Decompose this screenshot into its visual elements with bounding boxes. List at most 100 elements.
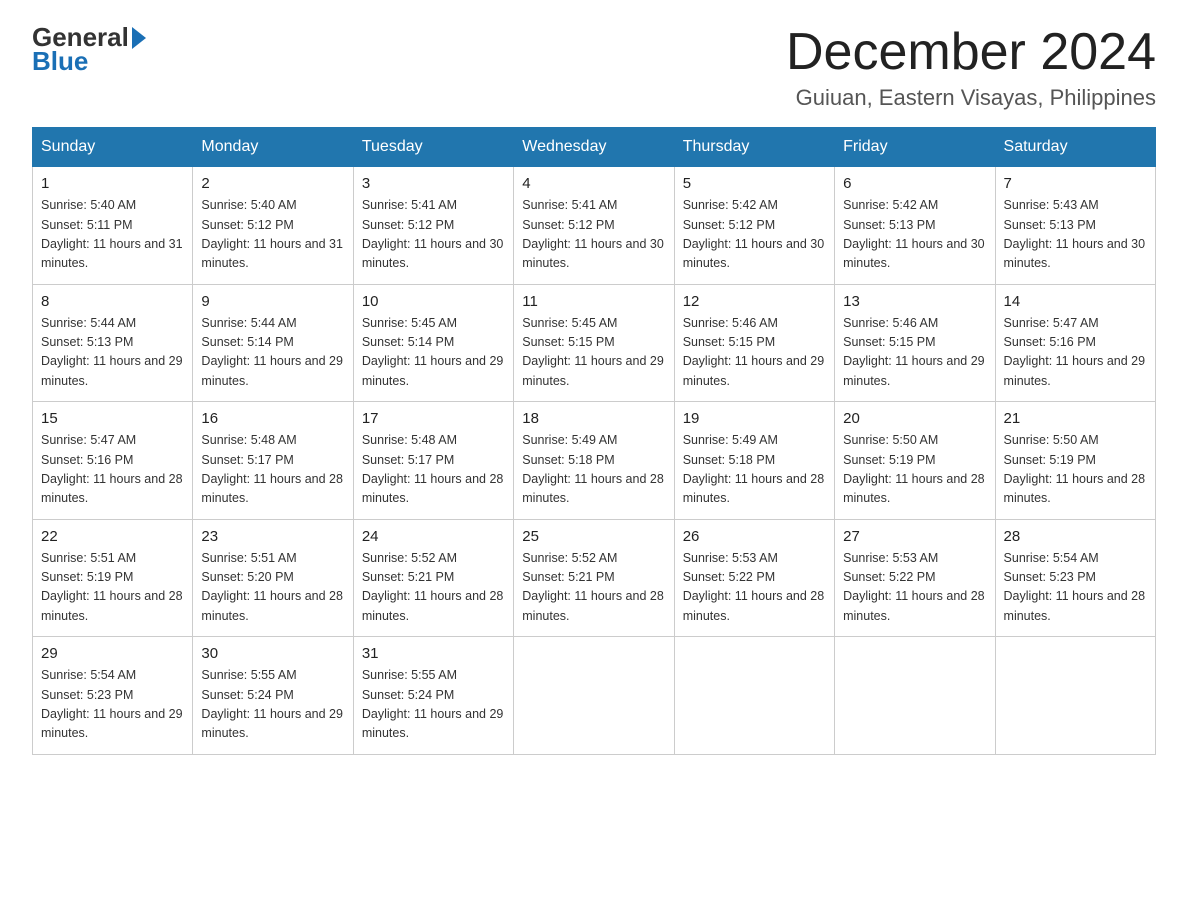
- day-number: 21: [1004, 410, 1147, 427]
- calendar-cell: 27 Sunrise: 5:53 AMSunset: 5:22 PMDaylig…: [835, 519, 995, 637]
- calendar-cell: 31 Sunrise: 5:55 AMSunset: 5:24 PMDaylig…: [353, 637, 513, 755]
- day-number: 30: [201, 645, 344, 662]
- day-info: Sunrise: 5:47 AMSunset: 5:16 PMDaylight:…: [41, 433, 183, 505]
- calendar-cell: 20 Sunrise: 5:50 AMSunset: 5:19 PMDaylig…: [835, 402, 995, 520]
- day-info: Sunrise: 5:49 AMSunset: 5:18 PMDaylight:…: [683, 433, 825, 505]
- calendar-cell: 15 Sunrise: 5:47 AMSunset: 5:16 PMDaylig…: [33, 402, 193, 520]
- day-info: Sunrise: 5:49 AMSunset: 5:18 PMDaylight:…: [522, 433, 664, 505]
- day-info: Sunrise: 5:47 AMSunset: 5:16 PMDaylight:…: [1004, 316, 1146, 388]
- day-number: 28: [1004, 528, 1147, 545]
- calendar-cell: [674, 637, 834, 755]
- calendar-cell: 22 Sunrise: 5:51 AMSunset: 5:19 PMDaylig…: [33, 519, 193, 637]
- day-number: 7: [1004, 175, 1147, 192]
- calendar-cell: 1 Sunrise: 5:40 AMSunset: 5:11 PMDayligh…: [33, 167, 193, 285]
- day-number: 25: [522, 528, 665, 545]
- day-number: 9: [201, 293, 344, 310]
- day-info: Sunrise: 5:45 AMSunset: 5:15 PMDaylight:…: [522, 316, 664, 388]
- day-number: 14: [1004, 293, 1147, 310]
- calendar-cell: 4 Sunrise: 5:41 AMSunset: 5:12 PMDayligh…: [514, 167, 674, 285]
- day-info: Sunrise: 5:43 AMSunset: 5:13 PMDaylight:…: [1004, 198, 1146, 270]
- calendar-cell: 14 Sunrise: 5:47 AMSunset: 5:16 PMDaylig…: [995, 284, 1155, 402]
- day-info: Sunrise: 5:55 AMSunset: 5:24 PMDaylight:…: [201, 668, 343, 740]
- calendar-cell: 8 Sunrise: 5:44 AMSunset: 5:13 PMDayligh…: [33, 284, 193, 402]
- calendar-header-row: SundayMondayTuesdayWednesdayThursdayFrid…: [33, 128, 1156, 167]
- day-number: 26: [683, 528, 826, 545]
- page-header: General Blue December 2024 Guiuan, Easte…: [32, 24, 1156, 111]
- calendar-cell: 3 Sunrise: 5:41 AMSunset: 5:12 PMDayligh…: [353, 167, 513, 285]
- day-number: 4: [522, 175, 665, 192]
- day-info: Sunrise: 5:52 AMSunset: 5:21 PMDaylight:…: [522, 551, 664, 623]
- calendar-week-row: 1 Sunrise: 5:40 AMSunset: 5:11 PMDayligh…: [33, 167, 1156, 285]
- calendar-cell: 30 Sunrise: 5:55 AMSunset: 5:24 PMDaylig…: [193, 637, 353, 755]
- day-info: Sunrise: 5:42 AMSunset: 5:12 PMDaylight:…: [683, 198, 825, 270]
- day-info: Sunrise: 5:54 AMSunset: 5:23 PMDaylight:…: [41, 668, 183, 740]
- calendar-header-saturday: Saturday: [995, 128, 1155, 167]
- day-number: 19: [683, 410, 826, 427]
- day-info: Sunrise: 5:51 AMSunset: 5:20 PMDaylight:…: [201, 551, 343, 623]
- calendar-cell: 16 Sunrise: 5:48 AMSunset: 5:17 PMDaylig…: [193, 402, 353, 520]
- day-number: 6: [843, 175, 986, 192]
- day-number: 23: [201, 528, 344, 545]
- calendar-header-tuesday: Tuesday: [353, 128, 513, 167]
- day-info: Sunrise: 5:50 AMSunset: 5:19 PMDaylight:…: [843, 433, 985, 505]
- day-info: Sunrise: 5:46 AMSunset: 5:15 PMDaylight:…: [843, 316, 985, 388]
- day-number: 17: [362, 410, 505, 427]
- day-number: 13: [843, 293, 986, 310]
- month-title: December 2024: [786, 24, 1156, 81]
- day-info: Sunrise: 5:48 AMSunset: 5:17 PMDaylight:…: [201, 433, 343, 505]
- day-info: Sunrise: 5:44 AMSunset: 5:14 PMDaylight:…: [201, 316, 343, 388]
- day-number: 24: [362, 528, 505, 545]
- calendar-week-row: 8 Sunrise: 5:44 AMSunset: 5:13 PMDayligh…: [33, 284, 1156, 402]
- day-number: 8: [41, 293, 184, 310]
- day-number: 2: [201, 175, 344, 192]
- day-number: 11: [522, 293, 665, 310]
- calendar-cell: [835, 637, 995, 755]
- calendar-week-row: 29 Sunrise: 5:54 AMSunset: 5:23 PMDaylig…: [33, 637, 1156, 755]
- title-area: December 2024 Guiuan, Eastern Visayas, P…: [786, 24, 1156, 111]
- calendar-cell: 19 Sunrise: 5:49 AMSunset: 5:18 PMDaylig…: [674, 402, 834, 520]
- logo-blue-text: Blue: [32, 46, 88, 77]
- day-info: Sunrise: 5:54 AMSunset: 5:23 PMDaylight:…: [1004, 551, 1146, 623]
- calendar-header-monday: Monday: [193, 128, 353, 167]
- calendar-week-row: 15 Sunrise: 5:47 AMSunset: 5:16 PMDaylig…: [33, 402, 1156, 520]
- day-number: 16: [201, 410, 344, 427]
- calendar-cell: 23 Sunrise: 5:51 AMSunset: 5:20 PMDaylig…: [193, 519, 353, 637]
- calendar-cell: [514, 637, 674, 755]
- day-info: Sunrise: 5:41 AMSunset: 5:12 PMDaylight:…: [362, 198, 504, 270]
- day-info: Sunrise: 5:45 AMSunset: 5:14 PMDaylight:…: [362, 316, 504, 388]
- day-info: Sunrise: 5:48 AMSunset: 5:17 PMDaylight:…: [362, 433, 504, 505]
- calendar-cell: [995, 637, 1155, 755]
- calendar-cell: 25 Sunrise: 5:52 AMSunset: 5:21 PMDaylig…: [514, 519, 674, 637]
- day-number: 18: [522, 410, 665, 427]
- day-number: 12: [683, 293, 826, 310]
- day-info: Sunrise: 5:50 AMSunset: 5:19 PMDaylight:…: [1004, 433, 1146, 505]
- day-number: 29: [41, 645, 184, 662]
- day-number: 15: [41, 410, 184, 427]
- calendar-header-sunday: Sunday: [33, 128, 193, 167]
- day-number: 3: [362, 175, 505, 192]
- calendar-header-thursday: Thursday: [674, 128, 834, 167]
- day-number: 5: [683, 175, 826, 192]
- calendar-table: SundayMondayTuesdayWednesdayThursdayFrid…: [32, 127, 1156, 755]
- location-subtitle: Guiuan, Eastern Visayas, Philippines: [786, 85, 1156, 111]
- calendar-cell: 6 Sunrise: 5:42 AMSunset: 5:13 PMDayligh…: [835, 167, 995, 285]
- day-number: 27: [843, 528, 986, 545]
- day-info: Sunrise: 5:51 AMSunset: 5:19 PMDaylight:…: [41, 551, 183, 623]
- day-number: 22: [41, 528, 184, 545]
- calendar-cell: 29 Sunrise: 5:54 AMSunset: 5:23 PMDaylig…: [33, 637, 193, 755]
- calendar-cell: 11 Sunrise: 5:45 AMSunset: 5:15 PMDaylig…: [514, 284, 674, 402]
- day-info: Sunrise: 5:40 AMSunset: 5:12 PMDaylight:…: [201, 198, 343, 270]
- day-number: 10: [362, 293, 505, 310]
- calendar-cell: 28 Sunrise: 5:54 AMSunset: 5:23 PMDaylig…: [995, 519, 1155, 637]
- calendar-cell: 21 Sunrise: 5:50 AMSunset: 5:19 PMDaylig…: [995, 402, 1155, 520]
- calendar-header-friday: Friday: [835, 128, 995, 167]
- day-info: Sunrise: 5:44 AMSunset: 5:13 PMDaylight:…: [41, 316, 183, 388]
- day-number: 1: [41, 175, 184, 192]
- calendar-week-row: 22 Sunrise: 5:51 AMSunset: 5:19 PMDaylig…: [33, 519, 1156, 637]
- day-info: Sunrise: 5:53 AMSunset: 5:22 PMDaylight:…: [843, 551, 985, 623]
- calendar-header-wednesday: Wednesday: [514, 128, 674, 167]
- calendar-cell: 13 Sunrise: 5:46 AMSunset: 5:15 PMDaylig…: [835, 284, 995, 402]
- day-info: Sunrise: 5:46 AMSunset: 5:15 PMDaylight:…: [683, 316, 825, 388]
- day-info: Sunrise: 5:53 AMSunset: 5:22 PMDaylight:…: [683, 551, 825, 623]
- calendar-cell: 9 Sunrise: 5:44 AMSunset: 5:14 PMDayligh…: [193, 284, 353, 402]
